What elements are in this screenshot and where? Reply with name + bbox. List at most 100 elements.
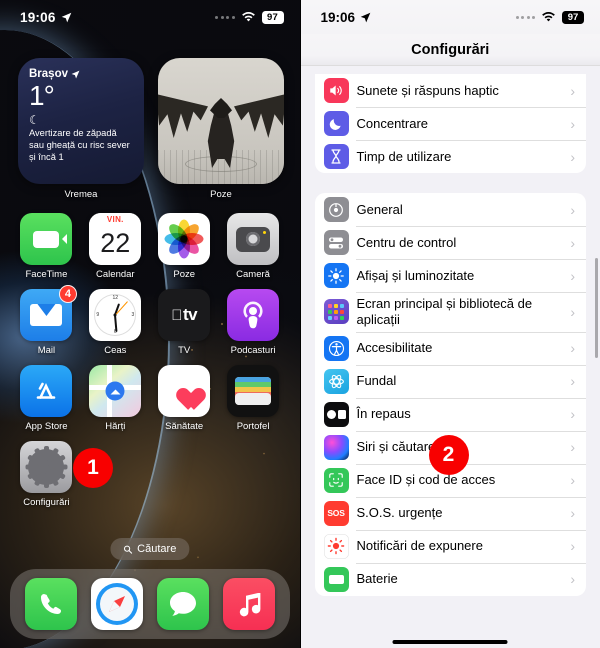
health-icon [158,365,211,417]
settings-row-sounds[interactable]: Sunete și răspuns haptic › [315,74,587,107]
page-title: Configurări [411,41,490,58]
photo-creature-head [210,98,232,118]
app-camera[interactable]: Cameră [219,213,288,280]
row-label: S.O.S. urgențe [356,505,443,521]
standby-icon [323,401,349,427]
siri-icon [323,434,349,460]
clock-icon: 12 3 6 9 [89,289,142,341]
settings-row-general[interactable]: General › [315,193,587,226]
phone-icon[interactable] [24,578,77,630]
app-label: Poze [173,269,196,280]
settings-row-control-center[interactable]: Centru de control › [315,226,587,259]
settings-row-sos[interactable]: SOS S.O.S. urgențe › [315,496,587,530]
wallpaper-icon [323,368,349,394]
chevron-right-icon: › [570,472,575,489]
settings-row-display[interactable]: Afișaj și luminozitate › [315,259,587,292]
app-label: Configurări [23,497,70,508]
battery-icon [323,566,349,592]
app-tv[interactable]: tv TV [150,289,219,356]
app-label: FaceTime [25,269,68,280]
row-label: Sunete și răspuns haptic [356,82,499,98]
photo-creature-wing-left [158,94,208,138]
chevron-right-icon: › [570,148,575,165]
gear-icon [323,197,349,222]
music-icon[interactable] [222,578,275,630]
weather-temperature: 1° [29,80,55,111]
safari-icon[interactable] [90,578,143,630]
app-label: App Store [25,421,68,432]
app-maps[interactable]: Hărți [81,365,150,432]
settings-row-wallpaper[interactable]: Fundal › [315,364,587,398]
app-clock[interactable]: 12 3 6 9 Ceas [81,289,150,356]
search-pill[interactable]: Căutare [110,538,190,560]
settings-row-screentime[interactable]: Timp de utilizare › [315,140,587,173]
settings-row-exposure[interactable]: Notificări de expunere › [315,529,587,563]
mail-badge: 4 [58,285,77,303]
app-appstore[interactable]: App Store [12,365,81,432]
scrollbar[interactable] [595,258,598,358]
appletv-icon: tv [158,289,211,341]
status-bar-settings: 19:06 97 [300,0,600,34]
settings-list[interactable]: Sunete și răspuns haptic › Concentrare ›… [300,66,600,648]
row-label: Baterie [356,571,398,587]
weather-city-row: Brașov [29,68,133,80]
moon-icon: ☾ [29,113,40,128]
chevron-right-icon: › [570,303,575,320]
photos-widget-wrap: Poze [158,58,284,200]
status-time: 19:06 [320,9,356,25]
photos-widget[interactable] [158,58,284,184]
weather-alert-text: Avertizare de zăpadă sau gheață cu risc … [29,128,130,163]
calendar-day-name: VIN. [89,213,142,226]
row-label: Fundal [356,373,397,389]
app-calendar[interactable]: VIN. 22 Calendar [81,213,150,280]
app-label: Ceas [104,345,127,356]
app-wallet[interactable]: Portofel [219,365,288,432]
settings-row-focus[interactable]: Concentrare › [315,107,587,140]
chevron-right-icon: › [570,234,575,251]
weather-widget-label: Vremea [64,189,98,200]
cellular-dots-icon [215,15,235,19]
row-label: Notificări de expunere [356,538,483,554]
battery-indicator: 97 [261,10,284,24]
chevron-right-icon: › [570,267,575,284]
app-label: Calendar [96,269,135,280]
row-label: Timp de utilizare [356,148,452,164]
row-label: Accesibilitate [356,340,433,356]
moon-icon [323,111,349,136]
app-health[interactable]: Sănătate [150,365,219,432]
maps-icon [89,365,142,417]
messages-icon[interactable] [156,578,209,630]
settings-row-accessibility[interactable]: Accesibilitate › [315,331,587,365]
cellular-dots-icon [515,15,535,19]
brightness-icon [323,263,349,288]
row-label: Centru de control [356,234,457,250]
chevron-right-icon: › [570,201,575,218]
search-label: Căutare [137,543,177,555]
navigation-bar: Configurări [300,34,600,66]
settings-row-battery[interactable]: Baterie › [315,562,587,596]
settings-icon [20,441,73,493]
row-label: Concentrare [356,115,429,131]
photos-icon [158,213,211,265]
weather-widget[interactable]: Brașov 1° ☾ Avertizare de zăpadă sau ghe… [18,58,144,184]
app-label: Sănătate [165,421,204,432]
app-settings[interactable]: Configurări [12,441,81,508]
app-photos[interactable]: Poze [150,213,219,280]
photo-creature-wing-right [234,94,284,138]
chevron-right-icon: › [570,406,575,423]
podcasts-icon [227,289,280,341]
weather-widget-wrap: Brașov 1° ☾ Avertizare de zăpadă sau ghe… [18,58,144,200]
app-grid-icon [323,299,349,325]
settings-row-home-screen[interactable]: Ecran principal și bibliotecă de aplicaț… [315,292,587,332]
app-facetime[interactable]: FaceTime [12,213,81,280]
app-podcasts[interactable]: Podcasturi [219,289,288,356]
speaker-icon [323,78,349,103]
app-mail[interactable]: 4 Mail [12,285,81,356]
battery-indicator: 97 [562,10,584,24]
chevron-right-icon: › [570,505,575,522]
wifi-icon [542,12,555,22]
home-indicator [392,640,508,644]
calendar-day-number: 22 [100,228,131,258]
settings-row-standby[interactable]: În repaus › [315,397,587,431]
settings-screen-panel: 19:06 97 Configurări Sunete și răspuns h… [300,0,600,648]
